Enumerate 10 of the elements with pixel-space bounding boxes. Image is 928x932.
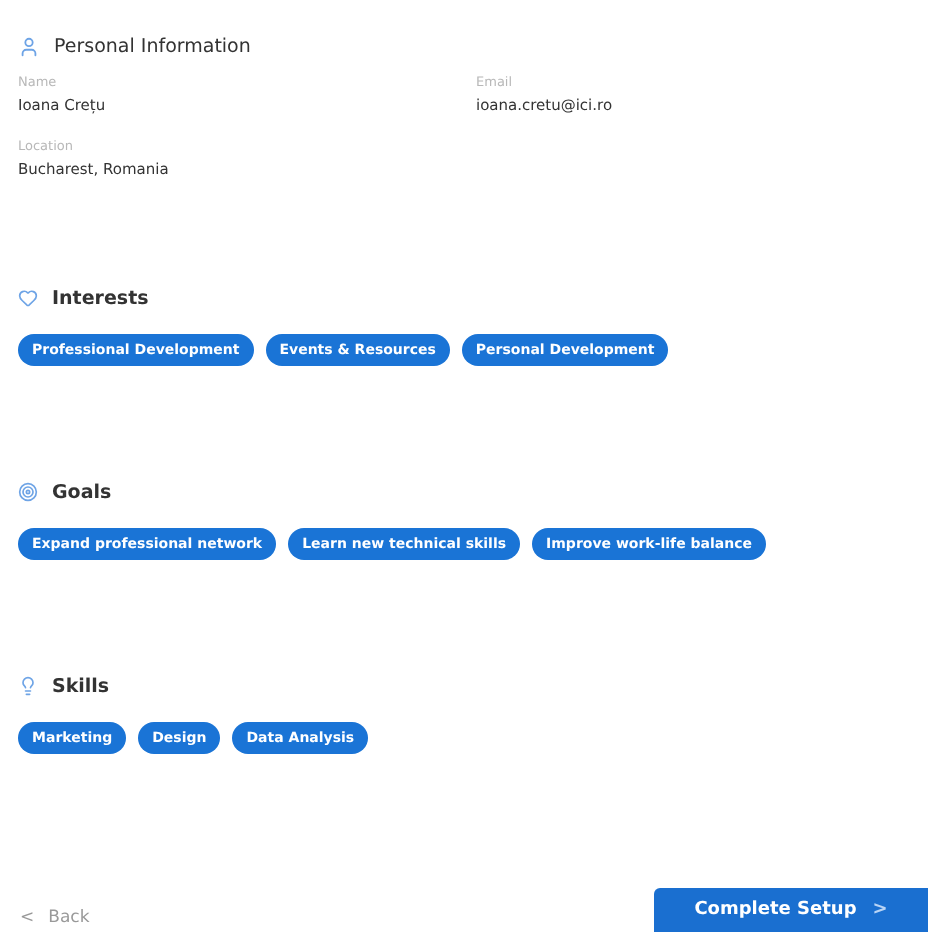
section-title: Goals [52,481,112,503]
section-title: Interests [52,287,149,309]
back-button[interactable]: < Back [0,908,90,932]
heart-icon [18,288,38,308]
complete-setup-button[interactable]: Complete Setup > [654,888,928,932]
lightbulb-icon [18,676,38,696]
section-title: Personal Information [54,35,251,57]
section-title: Skills [52,675,110,697]
user-icon [18,35,40,57]
target-icon [18,482,38,502]
